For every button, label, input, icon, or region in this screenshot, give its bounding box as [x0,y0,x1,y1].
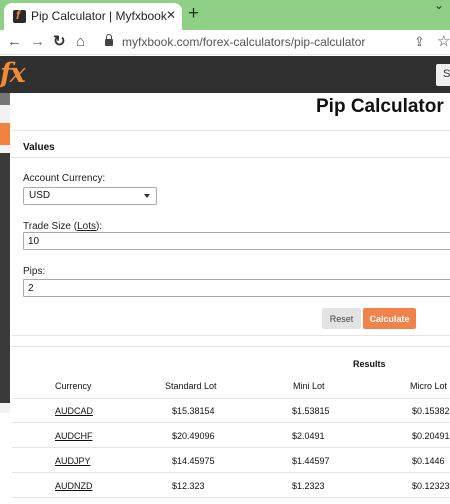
sidebar-active-item[interactable] [0,123,10,145]
standard-lot-value: $15.38154 [172,406,215,416]
currency-pair-link[interactable]: AUDCHF [55,431,93,441]
pips-input[interactable] [23,279,450,297]
reset-button[interactable]: Reset [322,308,361,329]
micro-lot-value: $0.20491 [412,431,450,441]
sidebar-scroll-handle[interactable] [0,93,10,105]
tab-close-icon[interactable]: ✕ [166,8,176,22]
micro-lot-value: $0.15382 [412,406,450,416]
account-currency-value: USD [29,190,51,201]
browser-toolbar: ← → ↻ ⌂ myfxbook.com/forex-calculators/p… [0,30,450,55]
back-arrow-icon[interactable]: ← [7,33,22,51]
column-header-standard-lot: Standard Lot [165,381,217,391]
divider [12,335,450,336]
tab-title: Pip Calculator | Myfxbook [31,9,167,23]
standard-lot-value: $14.45975 [172,456,215,466]
standard-lot-value: $12.323 [172,481,205,491]
currency-pair-link[interactable]: AUDCAD [55,406,93,416]
divider [12,346,450,347]
mini-lot-value: $1.53815 [292,406,330,416]
currency-pair-link[interactable]: AUDJPY [55,456,91,466]
column-header-currency: Currency [55,381,92,391]
url-text[interactable]: myfxbook.com/forex-calculators/pip-calcu… [122,35,365,49]
site-logo[interactable]: fx [0,59,26,89]
pip-calculator-content: Pip Calculator Values Account Currency: … [10,93,450,504]
reload-icon[interactable]: ↻ [53,33,66,51]
trade-size-label-prefix: Trade Size ( [23,221,78,232]
trade-size-label: Trade Size (Lots): [23,221,102,232]
table-row: AUDNZD $12.323 $1.2323 $0.12323 [12,474,450,498]
address-bar[interactable]: myfxbook.com/forex-calculators/pip-calcu… [98,32,408,53]
chevron-down-icon [144,194,150,198]
pips-label: Pips: [23,266,46,277]
share-icon[interactable]: ⇪ [414,34,425,50]
currency-pair-link[interactable]: AUDNZD [55,481,93,491]
values-heading: Values [23,142,55,153]
table-row: AUDJPY $14.45975 $1.44597 $0.1446 [12,449,450,473]
myfxbook-favicon-icon [13,8,26,23]
forward-arrow-icon[interactable]: → [30,33,45,51]
account-currency-label: Account Currency: [23,173,106,184]
page-title: Pip Calculator [316,96,444,117]
header-search-button[interactable]: S [436,64,450,86]
browser-tab[interactable]: Pip Calculator | Myfxbook ✕ [4,3,182,30]
mini-lot-value: $1.44597 [292,456,330,466]
sidebar-menu-panel [0,153,10,403]
lock-icon[interactable] [105,34,113,47]
left-sidebar-strip [0,93,10,413]
new-tab-icon[interactable]: + [188,3,199,25]
column-header-micro-lot: Micro Lot [410,381,448,391]
divider [12,130,450,131]
browser-tab-strip: Pip Calculator | Myfxbook ✕ + ⌄ [0,0,450,30]
trade-size-label-suffix: ): [96,221,103,232]
star-icon[interactable]: ☆ [437,32,450,50]
standard-lot-value: $20.49096 [172,431,215,441]
table-row: AUDCHF $20.49096 $2.0491 $0.20491 [12,424,450,448]
lots-link[interactable]: Lots [77,221,96,232]
micro-lot-value: $0.1446 [412,456,445,466]
tab-search-caret-icon[interactable]: ⌄ [434,0,444,12]
micro-lot-value: $0.12323 [412,481,450,491]
mini-lot-value: $2.0491 [292,431,325,441]
divider [12,157,450,158]
mini-lot-value: $1.2323 [292,481,325,491]
home-icon[interactable]: ⌂ [76,33,85,51]
column-header-mini-lot: Mini Lot [293,381,325,391]
table-row: AUDCAD $15.38154 $1.53815 $0.15382 [12,399,450,423]
site-header: fx S [0,56,450,93]
trade-size-input[interactable] [23,232,450,250]
account-currency-select[interactable]: USD [23,187,157,205]
calculate-button[interactable]: Calculate [363,308,416,329]
results-heading: Results [353,359,386,369]
